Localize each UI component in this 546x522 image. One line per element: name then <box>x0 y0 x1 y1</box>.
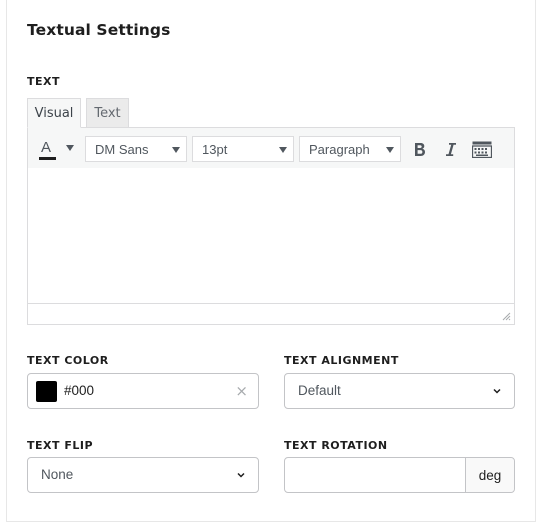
text-flip-value: None <box>41 467 74 482</box>
italic-button[interactable] <box>439 137 463 161</box>
font-family-select[interactable]: DM Sans <box>85 136 187 162</box>
color-swatch[interactable] <box>36 381 57 402</box>
bold-button[interactable] <box>408 137 432 161</box>
block-format-select[interactable]: Paragraph <box>299 136 401 162</box>
tab-visual[interactable]: Visual <box>27 98 81 128</box>
text-rotation-label: TEXT ROTATION <box>284 439 388 452</box>
toolbar-toggle-button[interactable] <box>470 137 494 161</box>
text-label: TEXT <box>27 75 61 88</box>
text-color-indicator <box>39 157 56 160</box>
text-flip-label: TEXT FLIP <box>27 439 94 452</box>
chevron-down-icon <box>237 472 245 478</box>
text-rotation-input[interactable] <box>285 458 465 492</box>
caret-down-icon <box>66 145 74 151</box>
text-color-value: #000 <box>64 383 95 398</box>
text-alignment-select[interactable]: Default <box>284 373 515 409</box>
block-format-value: Paragraph <box>309 142 370 157</box>
editor-status-bar <box>27 303 515 325</box>
text-editor-area[interactable] <box>27 168 515 304</box>
text-rotation-field: deg <box>284 457 515 493</box>
keyboard-icon <box>472 141 492 158</box>
font-size-select[interactable]: 13pt <box>192 136 294 162</box>
text-color-field[interactable]: #000 × <box>27 373 259 409</box>
text-alignment-label: TEXT ALIGNMENT <box>284 354 399 367</box>
text-flip-select[interactable]: None <box>27 457 259 493</box>
panel-title: Textual Settings <box>27 21 171 39</box>
editor-toolbar: A DM Sans 13pt Paragraph <box>27 127 515 169</box>
bold-icon <box>415 142 425 156</box>
text-color-label: TEXT COLOR <box>27 354 109 367</box>
resize-handle-icon[interactable] <box>501 311 511 321</box>
font-family-value: DM Sans <box>95 142 149 157</box>
text-color-picker-button[interactable]: A <box>38 138 78 160</box>
italic-icon <box>446 142 456 156</box>
tab-text[interactable]: Text <box>86 98 129 128</box>
clear-icon[interactable]: × <box>235 383 248 399</box>
rotation-unit: deg <box>465 458 514 492</box>
caret-down-icon <box>172 147 180 153</box>
font-size-value: 13pt <box>202 142 228 157</box>
caret-down-icon <box>279 147 287 153</box>
caret-down-icon <box>386 147 394 153</box>
text-color-letter: A <box>41 139 52 156</box>
text-alignment-value: Default <box>298 383 341 398</box>
chevron-down-icon <box>493 388 501 394</box>
